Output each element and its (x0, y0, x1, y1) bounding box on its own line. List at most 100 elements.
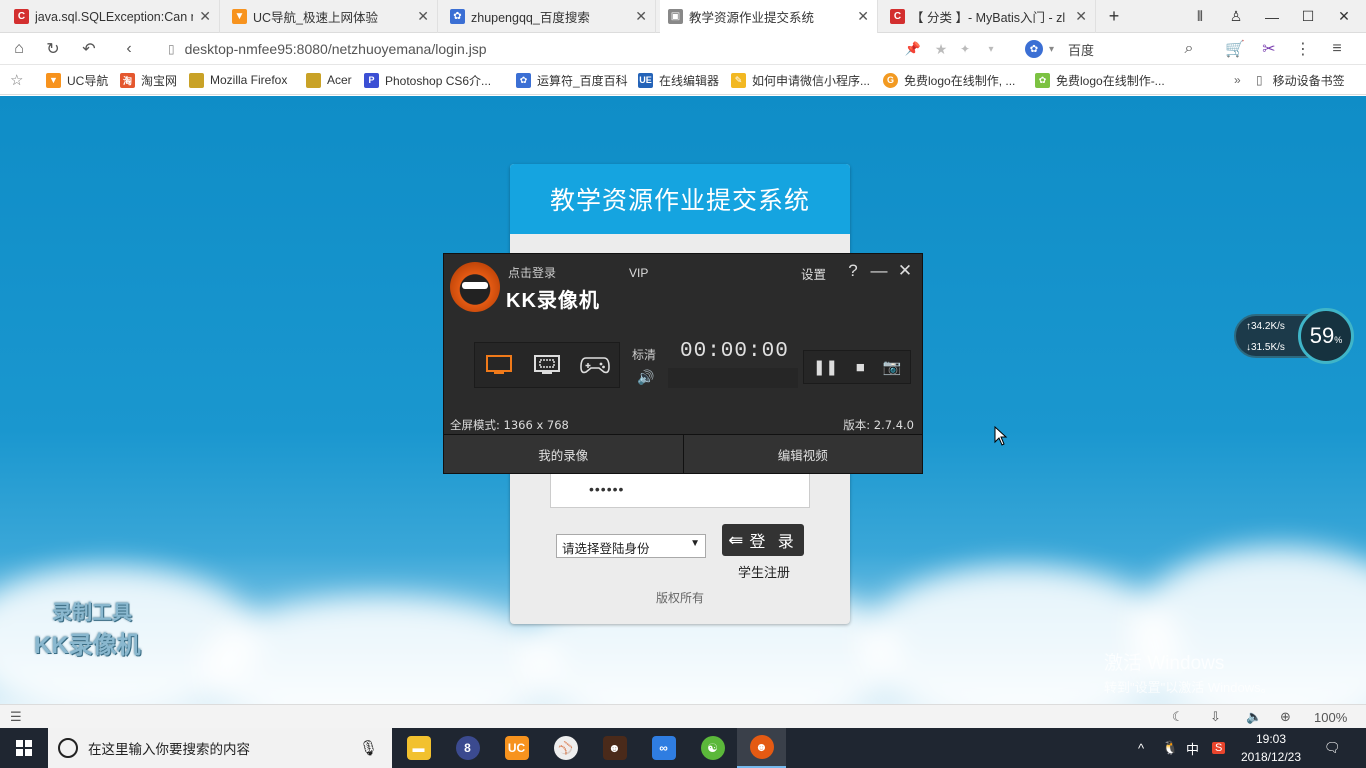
night-mode-icon[interactable]: ☾ (1172, 705, 1184, 729)
kk-settings-button[interactable]: 设置 (801, 264, 826, 283)
close-icon[interactable]: ✕ (857, 8, 869, 25)
minimize-button[interactable]: — (1254, 0, 1290, 33)
tab-teaching-system[interactable]: ▣ 教学资源作业提交系统 ✕ (660, 0, 878, 33)
bookmark-item[interactable]: ✿ 免费logo在线制作-... (1035, 65, 1165, 95)
eclipse-app-icon[interactable]: 8 (443, 728, 492, 768)
uc-icon: ▼ (46, 72, 61, 88)
role-select[interactable]: 请选择登陆身份 ▼ (556, 534, 706, 558)
chevron-down-icon[interactable]: ▾ (976, 33, 1006, 65)
chevron-down-icon: ▾ (1049, 43, 1055, 55)
volume-icon[interactable]: 🔊 (637, 369, 654, 386)
bookmark-item[interactable]: ▼ UC导航 (46, 65, 108, 95)
sidebar-toggle-icon[interactable]: ☰ (10, 705, 22, 729)
kk-recorder-taskbar-icon[interactable]: ☻ (737, 728, 786, 768)
zoom-level[interactable]: 100% (1314, 705, 1347, 729)
stop-icon[interactable]: ■ (856, 359, 865, 376)
refresh-icon[interactable]: ↻ (38, 33, 68, 65)
baidu-paw-icon: ✿ (450, 9, 465, 24)
close-icon[interactable]: ✕ (1075, 8, 1087, 25)
close-icon[interactable]: ✕ (635, 8, 647, 25)
logo-maker-icon: ✿ (1035, 72, 1050, 88)
login-button[interactable]: ⇚ 登 录 (722, 524, 804, 556)
new-tab-button[interactable]: + (1096, 0, 1132, 33)
kk-vip-link[interactable]: VIP (629, 266, 648, 280)
zoom-icon[interactable]: ⊕ (1280, 705, 1291, 729)
register-link[interactable]: 学生注册 (724, 562, 804, 581)
chevron-up-icon[interactable]: ^ (1138, 728, 1144, 768)
kk-quality-selector[interactable]: 标清 (632, 346, 656, 363)
uc-browser-icon[interactable]: UC (492, 728, 541, 768)
tab-mybatis[interactable]: C 【 分类 】- MyBatis入门 - zl ✕ (882, 0, 1096, 33)
mobile-bookmarks[interactable]: ▯ 移动设备书签 (1256, 65, 1345, 95)
bookmark-item[interactable]: ✎ 如何申请微信小程序... (731, 65, 870, 95)
region-mode-icon[interactable] (532, 354, 562, 376)
fullscreen-mode-icon[interactable] (484, 354, 514, 376)
tab-sqlexception[interactable]: C java.sql.SQLException:Can n ✕ (6, 0, 220, 33)
game-app-icon[interactable]: ☻ (590, 728, 639, 768)
bookmark-label: UC导航 (67, 73, 109, 88)
windows-start-icon[interactable] (0, 728, 48, 768)
kk-close-button[interactable]: ✕ (894, 260, 916, 282)
tab-baidu-search[interactable]: ✿ zhupengqq_百度搜索 ✕ (442, 0, 656, 33)
taskbar-search-box[interactable]: 在这里输入你要搜索的内容 🎙 (48, 728, 392, 768)
c-icon: C (890, 9, 905, 24)
more-vertical-icon[interactable]: ⋮ (1288, 33, 1318, 65)
undo-icon[interactable]: ↶ (74, 33, 104, 65)
microphone-icon[interactable]: 🎙 (359, 739, 378, 757)
close-icon[interactable]: ✕ (199, 8, 211, 25)
taskbar-clock[interactable]: 19:03 2018/12/23 (1236, 730, 1306, 766)
tab-label: java.sql.SQLException:Can n (35, 9, 194, 24)
shirt-skin-icon[interactable]: ♙ (1218, 0, 1254, 33)
game-mode-icon[interactable] (580, 354, 610, 376)
baseball-app-icon[interactable]: ⚾ (541, 728, 590, 768)
cart-icon[interactable]: 🛒 (1220, 33, 1250, 65)
restore-tabs-icon[interactable]: ⦀ (1182, 0, 1218, 33)
bookmark-item[interactable]: Acer (306, 65, 352, 95)
menu-icon[interactable]: ≡ (1322, 33, 1352, 65)
bookmark-item[interactable]: UE 在线编辑器 (638, 65, 719, 95)
bookmark-item[interactable]: P Photoshop CS6介... (364, 65, 491, 95)
bookmark-item[interactable]: ✿ 运算符_百度百科 (516, 65, 628, 95)
memory-usage-ring: 59% (1298, 308, 1354, 364)
bookmark-item[interactable]: G 免费logo在线制作, ... (883, 65, 1015, 95)
notification-icon[interactable]: 🗨 (1324, 728, 1341, 768)
sound-icon[interactable]: 🔈 (1246, 705, 1262, 729)
file-explorer-icon[interactable]: ▬ (394, 728, 443, 768)
pin-icon[interactable]: 📌 (898, 33, 928, 65)
phone-icon: ▯ (1256, 73, 1263, 87)
green-app-icon[interactable]: ☯ (688, 728, 737, 768)
ime-indicator[interactable]: 中 (1186, 728, 1199, 768)
more-bookmarks-button[interactable]: » (1234, 65, 1241, 95)
bookmark-item[interactable]: Mozilla Firefox (189, 65, 287, 95)
bookmark-item[interactable]: 淘淘宝网 (120, 65, 177, 95)
scissors-icon[interactable]: ✂ (1254, 33, 1284, 65)
url-field[interactable]: ▯ desktop-nmfee95:8080/netzhuoyemana/log… (168, 39, 868, 59)
pause-icon[interactable]: ❚❚ (813, 358, 838, 376)
back-icon[interactable]: ‹ (114, 33, 144, 65)
kk-help-button[interactable]: ? (842, 260, 864, 282)
uc-icon: ▼ (232, 9, 247, 24)
my-videos-button[interactable]: 我的录像 (444, 435, 684, 473)
c-icon: C (14, 9, 29, 24)
dropdown-arrow-icon: ▼ (690, 538, 700, 549)
qq-icon[interactable]: 🐧 (1162, 728, 1178, 768)
camera-icon[interactable]: 📷 (882, 358, 901, 376)
home-icon[interactable]: ⌂ (4, 33, 34, 65)
maximize-button[interactable]: ☐ (1290, 0, 1326, 33)
logo-maker-icon: G (883, 72, 898, 88)
password-field[interactable]: •••••• (550, 472, 810, 508)
network-speed-widget[interactable]: ↑34.2K/s ↓31.5K/s 59% (1234, 308, 1354, 364)
kk-login-link[interactable]: 点击登录 (508, 264, 556, 281)
edit-video-button[interactable]: 编辑视频 (683, 435, 922, 473)
download-icon[interactable]: ⇩ (1210, 705, 1221, 729)
star-outline-icon[interactable]: ☆ (10, 65, 23, 95)
baidu-netdisk-icon[interactable]: ∞ (639, 728, 688, 768)
kk-minimize-button[interactable]: — (868, 260, 890, 282)
close-icon[interactable]: ✕ (417, 8, 429, 25)
sogou-ime-icon[interactable]: S (1212, 728, 1226, 768)
close-window-button[interactable]: ✕ (1326, 0, 1362, 33)
windows-taskbar: 在这里输入你要搜索的内容 🎙 ▬ 8 UC ⚾ ☻ ∞ ☯ ☻ ^ 🐧 中 S … (0, 728, 1366, 768)
kk-version: 版本: 2.7.4.0 (843, 418, 914, 432)
tab-uc-nav[interactable]: ▼ UC导航_极速上网体验 ✕ (224, 0, 438, 33)
search-icon[interactable]: ⌕ (1174, 33, 1204, 65)
